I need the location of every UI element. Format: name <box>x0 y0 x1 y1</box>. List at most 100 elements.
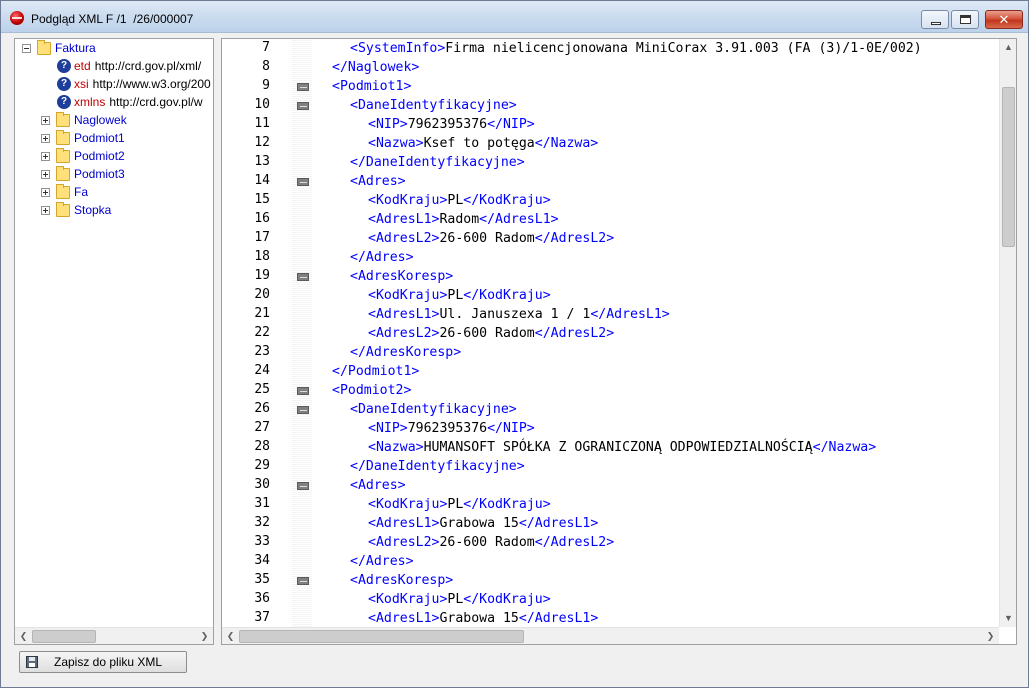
xml-tag: <Adres> <box>350 174 406 189</box>
scroll-right-icon[interactable]: ❯ <box>196 628 213 644</box>
code-line[interactable]: <KodKraju>PL</KodKraju> <box>368 193 551 208</box>
code-line[interactable]: <Nazwa>Ksef to potęga</Nazwa> <box>368 136 598 151</box>
fold-collapse-icon[interactable] <box>297 178 309 186</box>
code-line[interactable]: </DaneIdentyfikacyjne> <box>350 459 525 474</box>
scroll-left-icon[interactable]: ❮ <box>15 628 32 644</box>
code-line[interactable]: <AdresL1>Grabowa 15</AdresL1> <box>368 611 598 626</box>
code-line[interactable]: <Adres> <box>350 174 406 189</box>
code-line[interactable]: </Adres> <box>350 554 414 569</box>
expand-icon[interactable] <box>41 205 50 215</box>
tree-node-fa[interactable]: Fa <box>41 183 88 201</box>
line-number: 25 <box>254 382 270 397</box>
fold-collapse-icon[interactable] <box>297 577 309 585</box>
code-line[interactable]: <AdresL2>26-600 Radom</AdresL2> <box>368 535 614 550</box>
code-line[interactable]: <AdresL1>Grabowa 15</AdresL1> <box>368 516 598 531</box>
tree-node-podmiot1[interactable]: Podmiot1 <box>41 129 125 147</box>
code-line[interactable]: <Podmiot2> <box>332 383 411 398</box>
scrollbar-thumb[interactable] <box>239 630 524 643</box>
xml-tag: <AdresL1> <box>368 307 440 322</box>
code-line[interactable]: <Adres> <box>350 478 406 493</box>
attribute-value: http://crd.gov.pl/w <box>109 95 203 109</box>
expand-icon[interactable] <box>41 169 50 179</box>
xml-tag: <KodKraju> <box>368 497 448 512</box>
tree-node-root[interactable]: Faktura <box>22 39 96 57</box>
xml-tag: <AdresL1> <box>368 212 440 227</box>
code-line[interactable]: </Podmiot1> <box>332 364 419 379</box>
xml-source-view[interactable]: 7 8 9 10 11 12 13 14 15 16 17 18 19 20 21 22 23 24 25 26 27 2… <box>221 38 1017 645</box>
line-number: 13 <box>254 154 270 169</box>
xml-tag: <AdresL2> <box>368 326 440 341</box>
expand-icon[interactable] <box>41 187 50 197</box>
xml-text: 7962395376 <box>407 421 488 436</box>
scrollbar-thumb[interactable] <box>1002 87 1015 247</box>
scroll-right-icon[interactable]: ❯ <box>982 628 999 644</box>
scroll-left-icon[interactable]: ❮ <box>222 628 239 644</box>
code-line[interactable]: <DaneIdentyfikacyjne> <box>350 98 517 113</box>
line-number: 21 <box>254 306 270 321</box>
code-line[interactable]: <DaneIdentyfikacyjne> <box>350 402 517 417</box>
expand-icon[interactable] <box>41 115 50 125</box>
code-line[interactable]: </AdresKoresp> <box>350 345 461 360</box>
code-line[interactable]: <AdresL1>Ul. Januszexa 1 / 1</AdresL1> <box>368 307 670 322</box>
tree-attribute[interactable]: ? xmlns http://crd.gov.pl/w <box>57 93 203 111</box>
close-button[interactable]: ✕ <box>985 10 1023 29</box>
title-bar[interactable]: Podgląd XML F /1 /26/000007 ✕ <box>1 1 1028 33</box>
code-line[interactable]: <AdresL2>26-600 Radom</AdresL2> <box>368 231 614 246</box>
code-line[interactable]: <NIP>7962395376</NIP> <box>368 421 535 436</box>
tree-node-podmiot2[interactable]: Podmiot2 <box>41 147 125 165</box>
fold-collapse-icon[interactable] <box>297 273 309 281</box>
editor-horizontal-scrollbar[interactable]: ❮ ❯ <box>222 627 999 644</box>
xml-tag: <AdresKoresp> <box>350 269 454 284</box>
code-line[interactable]: <KodKraju>PL</KodKraju> <box>368 497 551 512</box>
tree-node-naglowek[interactable]: Naglowek <box>41 111 127 129</box>
fold-collapse-icon[interactable] <box>297 83 309 91</box>
code-line[interactable]: <AdresL1>Radom</AdresL1> <box>368 212 559 227</box>
line-number: 26 <box>254 401 270 416</box>
tree-attribute[interactable]: ? etd http://crd.gov.pl/xml/ <box>57 57 201 75</box>
floppy-disk-icon <box>26 656 38 668</box>
line-number: 11 <box>254 116 270 131</box>
xml-tag: </AdresL1> <box>518 516 599 531</box>
code-line[interactable]: </Naglowek> <box>332 60 419 75</box>
tree-node-stopka[interactable]: Stopka <box>41 201 111 219</box>
collapse-icon[interactable] <box>22 43 31 53</box>
attribute-name: xmlns <box>74 95 106 109</box>
scroll-up-icon[interactable]: ▲ <box>1000 39 1016 56</box>
xml-tag: </AdresL1> <box>479 212 559 227</box>
code-line[interactable]: <Podmiot1> <box>332 79 411 94</box>
fold-collapse-icon[interactable] <box>297 406 309 414</box>
minimize-button[interactable] <box>921 10 949 29</box>
fold-collapse-icon[interactable] <box>297 102 309 110</box>
code-line[interactable]: </DaneIdentyfikacyjne> <box>350 155 525 170</box>
xml-tag: </Nazwa> <box>534 136 599 151</box>
editor-vertical-scrollbar[interactable]: ▲ ▼ <box>999 39 1016 627</box>
expand-icon[interactable] <box>41 133 50 143</box>
code-line[interactable]: <AdresKoresp> <box>350 573 453 588</box>
xml-tree-panel[interactable]: Faktura ? etd http://crd.gov.pl/xml/ ? x… <box>14 38 214 645</box>
maximize-button[interactable] <box>951 10 979 29</box>
code-line[interactable]: <KodKraju>PL</KodKraju> <box>368 592 551 607</box>
code-line[interactable]: <AdresL2>26-600 Radom</AdresL2> <box>368 326 614 341</box>
line-number: 12 <box>254 135 270 150</box>
code-line[interactable]: <NIP>7962395376</NIP> <box>368 117 535 132</box>
attribute-value: http://crd.gov.pl/xml/ <box>94 59 202 73</box>
scroll-down-icon[interactable]: ▼ <box>1000 610 1016 627</box>
scrollbar-thumb[interactable] <box>32 630 96 643</box>
folder-icon <box>56 165 70 181</box>
tree-attribute[interactable]: ? xsi http://www.w3.org/200 <box>57 75 211 93</box>
code-line[interactable]: <AdresKoresp> <box>350 269 453 284</box>
tree-horizontal-scrollbar[interactable]: ❮ ❯ <box>15 627 213 644</box>
xml-tag: <Podmiot1> <box>332 79 412 94</box>
xml-preview-window: Podgląd XML F /1 /26/000007 ✕ Faktura ? … <box>0 0 1029 688</box>
save-to-xml-button[interactable]: Zapisz do pliku XML <box>19 651 187 673</box>
code-line[interactable]: </Adres> <box>350 250 414 265</box>
xml-text: Ul. Januszexa 1 / 1 <box>439 307 591 322</box>
code-line[interactable]: <Nazwa>HUMANSOFT SPÓŁKA Z OGRANICZONĄ OD… <box>368 440 876 455</box>
expand-icon[interactable] <box>41 151 50 161</box>
code-line[interactable]: <SystemInfo>Firma nielicencjonowana Mini… <box>350 41 922 56</box>
tree-node-podmiot3[interactable]: Podmiot3 <box>41 165 125 183</box>
code-line[interactable]: <KodKraju>PL</KodKraju> <box>368 288 551 303</box>
fold-collapse-icon[interactable] <box>297 482 309 490</box>
fold-collapse-icon[interactable] <box>297 387 309 395</box>
tree-node-label: Stopka <box>74 203 112 217</box>
